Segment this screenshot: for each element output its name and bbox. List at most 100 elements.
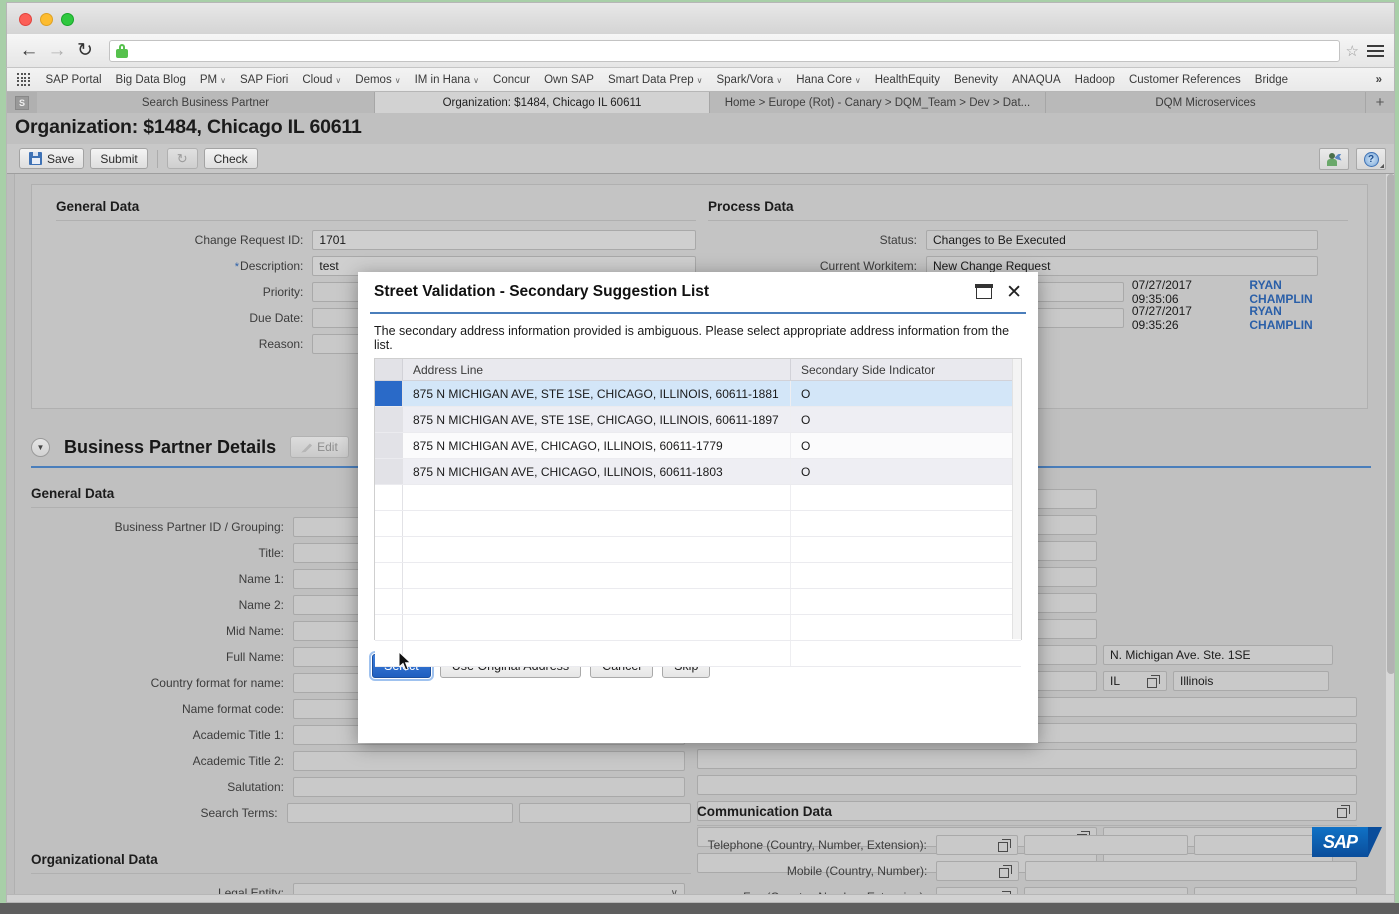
- comm-number-input[interactable]: [1024, 835, 1187, 855]
- cell-secondary-side-indicator: O: [791, 381, 1021, 406]
- value-help-icon[interactable]: [998, 839, 1011, 852]
- submit-button[interactable]: Submit: [90, 148, 147, 169]
- close-window-button[interactable]: [19, 13, 32, 26]
- table-row-empty: [375, 537, 1021, 563]
- bookmark-item[interactable]: Customer References: [1122, 74, 1248, 86]
- region-name-input[interactable]: Illinois: [1173, 671, 1329, 691]
- bookmark-item[interactable]: Big Data Blog: [109, 74, 193, 86]
- chevron-down-icon: ∨: [220, 76, 226, 85]
- field-label: Status:: [708, 233, 926, 247]
- bookmark-label: Smart Data Prep: [608, 74, 694, 86]
- browser-titlebar: [6, 2, 1395, 34]
- created-timestamp: 07/27/2017 09:35:06: [1132, 278, 1242, 306]
- minimize-window-button[interactable]: [40, 13, 53, 26]
- street-input[interactable]: N. Michigan Ave. Ste. 1SE: [1103, 645, 1333, 665]
- save-button[interactable]: Save: [19, 148, 84, 169]
- field-label: Mobile (Country, Number):: [697, 864, 936, 878]
- app-tab-organization[interactable]: Organization: $1484, Chicago IL 60611: [375, 92, 710, 113]
- bp-field-input[interactable]: [293, 751, 685, 771]
- app-tab-breadcrumb-path[interactable]: Home > Europe (Rot) - Canary > DQM_Team …: [710, 92, 1046, 113]
- toolbar-divider: [157, 150, 158, 168]
- refresh-icon: ↻: [177, 151, 188, 167]
- help-button[interactable]: ?: [1356, 148, 1386, 170]
- forward-icon[interactable]: →: [43, 37, 71, 65]
- row-select-indicator[interactable]: [375, 459, 403, 484]
- region-code-input[interactable]: IL: [1103, 671, 1167, 691]
- window-traffic-lights: [19, 13, 74, 26]
- bookmark-star-icon[interactable]: ☆: [1346, 42, 1359, 60]
- bookmark-item[interactable]: ANAQUA: [1005, 74, 1068, 86]
- browser-menu-icon[interactable]: [1367, 45, 1384, 57]
- bookmark-label: SAP Fiori: [240, 74, 288, 86]
- address-field-input[interactable]: [697, 775, 1357, 795]
- search-terms-second-input[interactable]: [519, 803, 691, 823]
- address-field-input[interactable]: [697, 749, 1357, 769]
- refresh-button[interactable]: ↻: [167, 148, 198, 169]
- street-validation-dialog: Street Validation - Secondary Suggestion…: [358, 272, 1038, 743]
- sap-logo: SAP: [1312, 827, 1382, 861]
- address-bar[interactable]: [109, 40, 1340, 62]
- comm-number-input[interactable]: [1025, 861, 1357, 881]
- app-tab-dqm-microservices[interactable]: DQM Microservices: [1046, 92, 1366, 113]
- check-button[interactable]: Check: [204, 148, 258, 169]
- bookmark-label: Benevity: [954, 74, 998, 86]
- field-label: Academic Title 1:: [31, 728, 293, 742]
- form-row: Search Terms:: [31, 800, 691, 826]
- table-row[interactable]: 875 N MICHIGAN AVE, STE 1SE, CHICAGO, IL…: [375, 407, 1021, 433]
- bookmark-label: Own SAP: [544, 74, 594, 86]
- row-select-indicator[interactable]: [375, 407, 403, 432]
- bookmark-item[interactable]: Hadoop: [1068, 74, 1122, 86]
- comm-field-input[interactable]: [936, 861, 1018, 881]
- table-row[interactable]: 875 N MICHIGAN AVE, CHICAGO, ILLINOIS, 6…: [375, 459, 1021, 485]
- bookmark-item[interactable]: Hana Core∨: [789, 74, 867, 86]
- comm-field-input[interactable]: [936, 835, 1018, 855]
- bp-field-input[interactable]: [287, 803, 513, 823]
- bookmark-item[interactable]: SAP Portal: [39, 74, 109, 86]
- bookmark-item[interactable]: Demos∨: [348, 74, 407, 86]
- app-tab-search-business-partner[interactable]: Search Business Partner: [37, 92, 375, 113]
- field-label: Current Workitem:: [708, 259, 926, 273]
- field-label: Country format for name:: [31, 676, 293, 690]
- value-help-icon[interactable]: [999, 865, 1012, 878]
- bookmark-item[interactable]: HealthEquity: [868, 74, 947, 86]
- toolbar-right-actions: ?: [1319, 148, 1386, 170]
- collapse-toggle-icon[interactable]: ▼: [31, 438, 50, 457]
- bp-details-title: Business Partner Details: [64, 437, 276, 458]
- bookmark-item[interactable]: Own SAP: [537, 74, 601, 86]
- row-select-indicator[interactable]: [375, 381, 403, 406]
- field-label: Change Request ID:: [56, 233, 312, 247]
- bookmark-item[interactable]: Benevity: [947, 74, 1005, 86]
- bookmark-item[interactable]: IM in Hana∨: [408, 74, 486, 86]
- value-help-icon[interactable]: [1147, 675, 1160, 688]
- bookmarks-overflow-icon[interactable]: »: [1370, 74, 1388, 86]
- personalize-button[interactable]: [1319, 148, 1349, 170]
- row-select-indicator[interactable]: [375, 433, 403, 458]
- general-field-input[interactable]: 1701: [312, 230, 696, 250]
- bookmark-item[interactable]: Cloud∨: [295, 74, 348, 86]
- row-select-indicator: [375, 537, 403, 562]
- back-icon[interactable]: ←: [15, 37, 43, 65]
- process-field-input[interactable]: Changes to Be Executed: [926, 230, 1318, 250]
- reload-icon[interactable]: ↻: [71, 37, 99, 65]
- table-row[interactable]: 875 N MICHIGAN AVE, STE 1SE, CHICAGO, IL…: [375, 381, 1021, 407]
- table-vertical-scrollbar[interactable]: [1012, 359, 1021, 639]
- vertical-scrollbar[interactable]: [1386, 174, 1395, 903]
- table-row[interactable]: 875 N MICHIGAN AVE, CHICAGO, ILLINOIS, 6…: [375, 433, 1021, 459]
- new-app-tab-button[interactable]: +: [1366, 92, 1394, 113]
- restore-icon[interactable]: [976, 285, 992, 299]
- row-select-indicator: [375, 589, 403, 614]
- bp-field-input[interactable]: [293, 777, 685, 797]
- apps-grid-icon[interactable]: [17, 73, 30, 86]
- edit-button[interactable]: Edit: [290, 436, 349, 458]
- bookmark-item[interactable]: Bridge: [1248, 74, 1295, 86]
- bookmark-item[interactable]: Smart Data Prep∨: [601, 74, 710, 86]
- cell-address-line: [403, 641, 791, 666]
- bookmark-item[interactable]: PM∨: [193, 74, 233, 86]
- row-select-indicator: [375, 485, 403, 510]
- bookmark-item[interactable]: Concur: [486, 74, 537, 86]
- row-select-indicator: [375, 563, 403, 588]
- maximize-window-button[interactable]: [61, 13, 74, 26]
- close-icon[interactable]: ✕: [1006, 283, 1022, 302]
- bookmark-item[interactable]: Spark/Vora∨: [709, 74, 789, 86]
- bookmark-item[interactable]: SAP Fiori: [233, 74, 295, 86]
